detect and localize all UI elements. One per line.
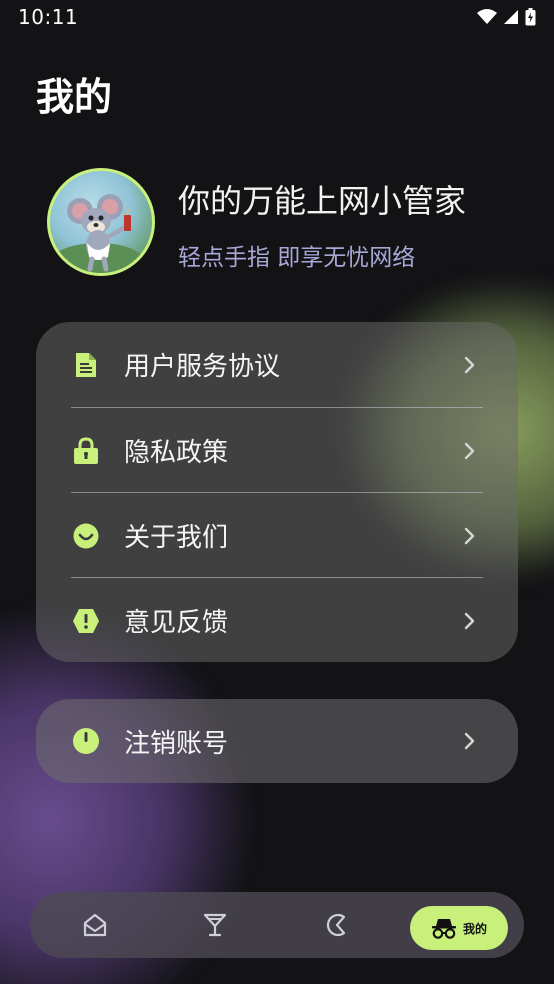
home-icon xyxy=(83,913,107,937)
status-icons xyxy=(477,8,536,26)
page-title: 我的 xyxy=(36,75,113,119)
menu-item-feedback[interactable]: 意见反馈 xyxy=(36,578,518,663)
menu-item-label: 意见反馈 xyxy=(124,608,229,638)
alert-icon xyxy=(72,607,100,635)
moon-icon xyxy=(326,913,346,937)
document-icon xyxy=(72,351,100,379)
menu-item-label: 关于我们 xyxy=(124,523,229,553)
chevron-right-icon xyxy=(464,612,475,629)
delete-account-label: 注销账号 xyxy=(124,729,229,759)
incognito-icon xyxy=(431,919,456,939)
settings-menu-card: 用户服务协议 隐私政策 关于我们 意见反馈 xyxy=(36,322,518,662)
cocktail-icon xyxy=(203,913,227,937)
tab-night[interactable] xyxy=(318,906,356,944)
screen: 10:11 我的 你的万能上网小管家 轻点手指 即享无忧网络 用户服务协议 隐私… xyxy=(0,0,554,984)
tab-mine[interactable]: 我的 xyxy=(410,906,508,950)
menu-item-privacy-policy[interactable]: 隐私政策 xyxy=(36,408,518,493)
bottom-tab-bar: 我的 xyxy=(30,892,524,958)
delete-account-button[interactable]: 注销账号 xyxy=(36,699,518,783)
profile-subtitle: 轻点手指 即享无忧网络 xyxy=(178,245,416,271)
status-time: 10:11 xyxy=(18,5,79,29)
cellular-icon xyxy=(504,10,518,24)
menu-item-label: 用户服务协议 xyxy=(124,352,281,382)
profile-name: 你的万能上网小管家 xyxy=(178,182,467,220)
status-bar: 10:11 xyxy=(0,0,554,34)
power-icon xyxy=(73,728,99,754)
menu-item-user-agreement[interactable]: 用户服务协议 xyxy=(36,322,518,407)
tab-mine-label: 我的 xyxy=(462,921,487,936)
tab-home[interactable] xyxy=(76,906,114,944)
avatar-mouse-illustration xyxy=(52,194,144,273)
menu-item-label: 隐私政策 xyxy=(124,438,229,468)
lock-icon xyxy=(72,436,100,465)
tab-discover[interactable] xyxy=(196,906,234,944)
wifi-icon xyxy=(477,9,497,24)
smile-icon xyxy=(72,522,100,550)
chevron-right-icon xyxy=(464,732,475,750)
chevron-right-icon xyxy=(464,527,475,544)
battery-icon xyxy=(525,8,536,26)
chevron-right-icon xyxy=(464,442,475,459)
chevron-right-icon xyxy=(464,356,475,373)
avatar[interactable] xyxy=(47,168,155,276)
menu-item-about-us[interactable]: 关于我们 xyxy=(36,493,518,578)
